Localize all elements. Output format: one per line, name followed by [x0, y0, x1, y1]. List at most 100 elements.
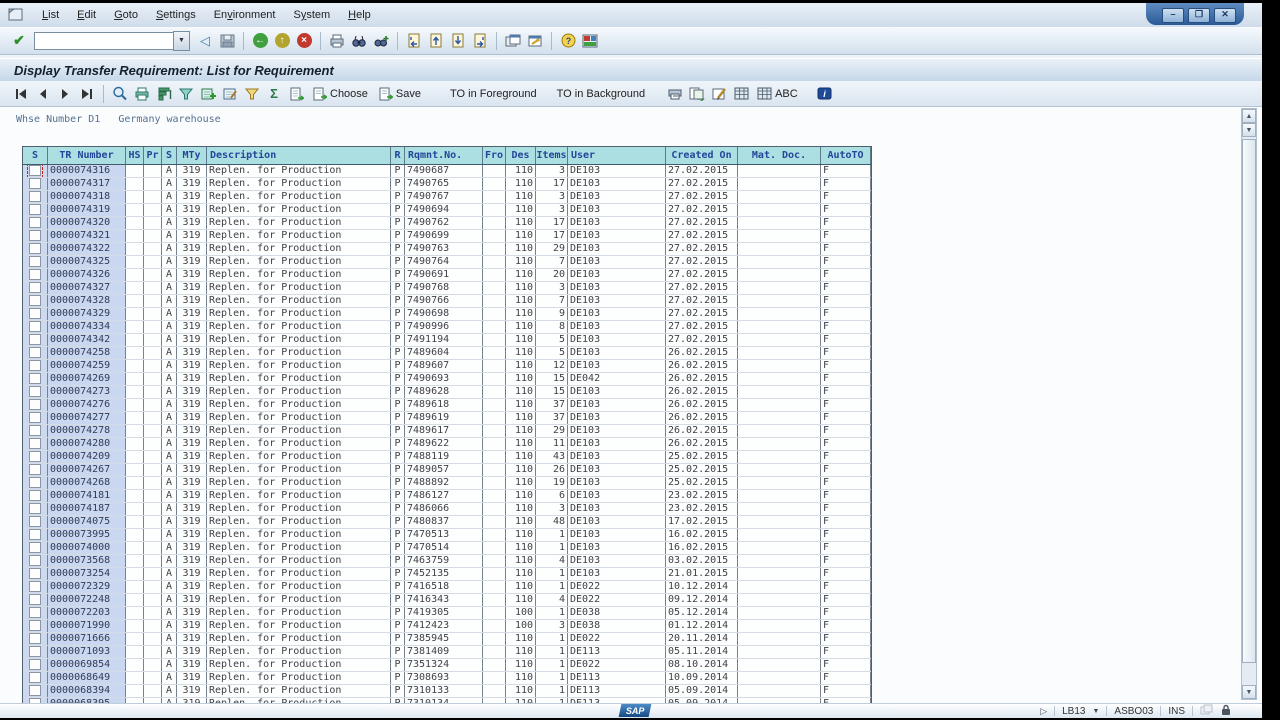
column-header[interactable]: R [391, 147, 405, 164]
row-checkbox[interactable] [29, 217, 41, 228]
row-checkbox[interactable] [29, 607, 41, 618]
column-header[interactable]: HS [126, 147, 144, 164]
column-header[interactable]: Mat. Doc. [738, 147, 821, 164]
print-list-icon[interactable] [132, 85, 152, 103]
row-checkbox[interactable] [29, 464, 41, 475]
menu-edit[interactable]: Edit [68, 7, 105, 23]
sum-icon[interactable]: Σ [264, 85, 284, 103]
row-checkbox[interactable] [29, 308, 41, 319]
info-icon[interactable]: i [815, 85, 835, 103]
scrollbar-thumb[interactable] [1242, 139, 1256, 663]
column-header[interactable]: TR Number [48, 147, 126, 164]
previous-item-icon[interactable] [33, 85, 53, 103]
abc-analysis-button[interactable]: ABC [752, 85, 803, 102]
row-checkbox-cursor[interactable] [27, 165, 43, 177]
column-header[interactable]: Des [506, 147, 536, 164]
command-field[interactable] [34, 31, 173, 50]
menu-environment[interactable]: Environment [205, 7, 285, 23]
row-checkbox[interactable] [29, 178, 41, 189]
exit-circle-icon[interactable]: ↑ [272, 32, 292, 50]
row-checkbox[interactable] [29, 438, 41, 449]
row-checkbox[interactable] [29, 503, 41, 514]
row-checkbox[interactable] [29, 555, 41, 566]
row-checkbox[interactable] [29, 334, 41, 345]
row-checkbox[interactable] [29, 516, 41, 527]
table-view-icon[interactable] [731, 85, 751, 103]
row-checkbox[interactable] [29, 568, 41, 579]
menu-settings[interactable]: Settings [147, 7, 205, 23]
column-header[interactable]: S [23, 147, 48, 164]
column-header[interactable]: Rqmnt.No. [405, 147, 483, 164]
cancel-circle-icon[interactable]: × [294, 32, 314, 50]
last-page-icon[interactable] [470, 32, 490, 50]
column-header[interactable]: Fro [483, 147, 506, 164]
column-header[interactable]: Items [536, 147, 568, 164]
system-menu-icon[interactable] [5, 6, 27, 24]
to-in-background-button[interactable]: TO in Background [547, 86, 655, 102]
row-checkbox[interactable] [29, 685, 41, 696]
funnel-icon[interactable] [242, 85, 262, 103]
back-icon[interactable]: ◁ [195, 32, 215, 50]
row-checkbox[interactable] [29, 620, 41, 631]
status-dropdown-icon[interactable]: ▼ [1092, 708, 1099, 715]
row-checkbox[interactable] [29, 243, 41, 254]
customize-layout-icon[interactable] [580, 32, 600, 50]
page-down-icon[interactable] [448, 32, 468, 50]
row-checkbox[interactable] [29, 399, 41, 410]
change-entry-icon[interactable] [220, 85, 240, 103]
row-checkbox[interactable] [29, 256, 41, 267]
filter-icon[interactable] [176, 85, 196, 103]
row-checkbox[interactable] [29, 295, 41, 306]
menu-system[interactable]: System [284, 7, 339, 23]
create-shortcut-icon[interactable] [525, 32, 545, 50]
find-icon[interactable] [349, 32, 369, 50]
row-checkbox[interactable] [29, 581, 41, 592]
row-checkbox[interactable] [29, 347, 41, 358]
row-checkbox[interactable] [29, 646, 41, 657]
save-icon[interactable] [217, 32, 237, 50]
row-checkbox[interactable] [29, 490, 41, 501]
column-header[interactable]: Created On [666, 147, 738, 164]
row-checkbox[interactable] [29, 633, 41, 644]
next-item-icon[interactable] [55, 85, 75, 103]
edit-pencil-icon[interactable] [709, 85, 729, 103]
back-circle-icon[interactable]: ← [250, 32, 270, 50]
copy-list-icon[interactable] [286, 85, 306, 103]
copy-doc-icon[interactable] [687, 85, 707, 103]
column-header[interactable]: Description [207, 147, 391, 164]
last-item-icon[interactable] [77, 85, 97, 103]
row-checkbox[interactable] [29, 659, 41, 670]
row-checkbox[interactable] [29, 282, 41, 293]
find-next-icon[interactable] [371, 32, 391, 50]
first-item-icon[interactable] [11, 85, 31, 103]
row-checkbox[interactable] [29, 269, 41, 280]
restore-button[interactable]: ❐ [1188, 7, 1210, 23]
row-checkbox[interactable] [29, 373, 41, 384]
column-header[interactable]: Pr [144, 147, 162, 164]
sort-ascending-icon[interactable] [154, 85, 174, 103]
column-header[interactable]: User [568, 147, 666, 164]
menu-list[interactable]: List [33, 7, 68, 23]
help-icon[interactable]: ? [558, 32, 578, 50]
column-header[interactable]: MTy [177, 147, 207, 164]
enter-icon[interactable]: ✔ [9, 32, 29, 50]
row-checkbox[interactable] [29, 386, 41, 397]
row-checkbox[interactable] [29, 230, 41, 241]
scroll-down-small-icon[interactable]: ▼ [1242, 123, 1256, 137]
row-checkbox[interactable] [29, 672, 41, 683]
print-to-icon[interactable] [665, 85, 685, 103]
first-page-icon[interactable] [404, 32, 424, 50]
vertical-scrollbar[interactable]: ▲ ▼ ▼ [1241, 108, 1257, 700]
transaction-code[interactable]: LB13 [1062, 706, 1085, 717]
column-header[interactable]: S [162, 147, 177, 164]
to-in-foreground-button[interactable]: TO in Foreground [440, 86, 547, 102]
row-checkbox[interactable] [29, 594, 41, 605]
row-checkbox[interactable] [29, 360, 41, 371]
row-checkbox[interactable] [29, 529, 41, 540]
scroll-down-icon[interactable]: ▼ [1242, 685, 1256, 699]
row-checkbox[interactable] [29, 451, 41, 462]
menu-help[interactable]: Help [339, 7, 380, 23]
row-checkbox[interactable] [29, 412, 41, 423]
create-entry-icon[interactable] [198, 85, 218, 103]
message-expand-icon[interactable]: ▷ [1040, 706, 1047, 717]
